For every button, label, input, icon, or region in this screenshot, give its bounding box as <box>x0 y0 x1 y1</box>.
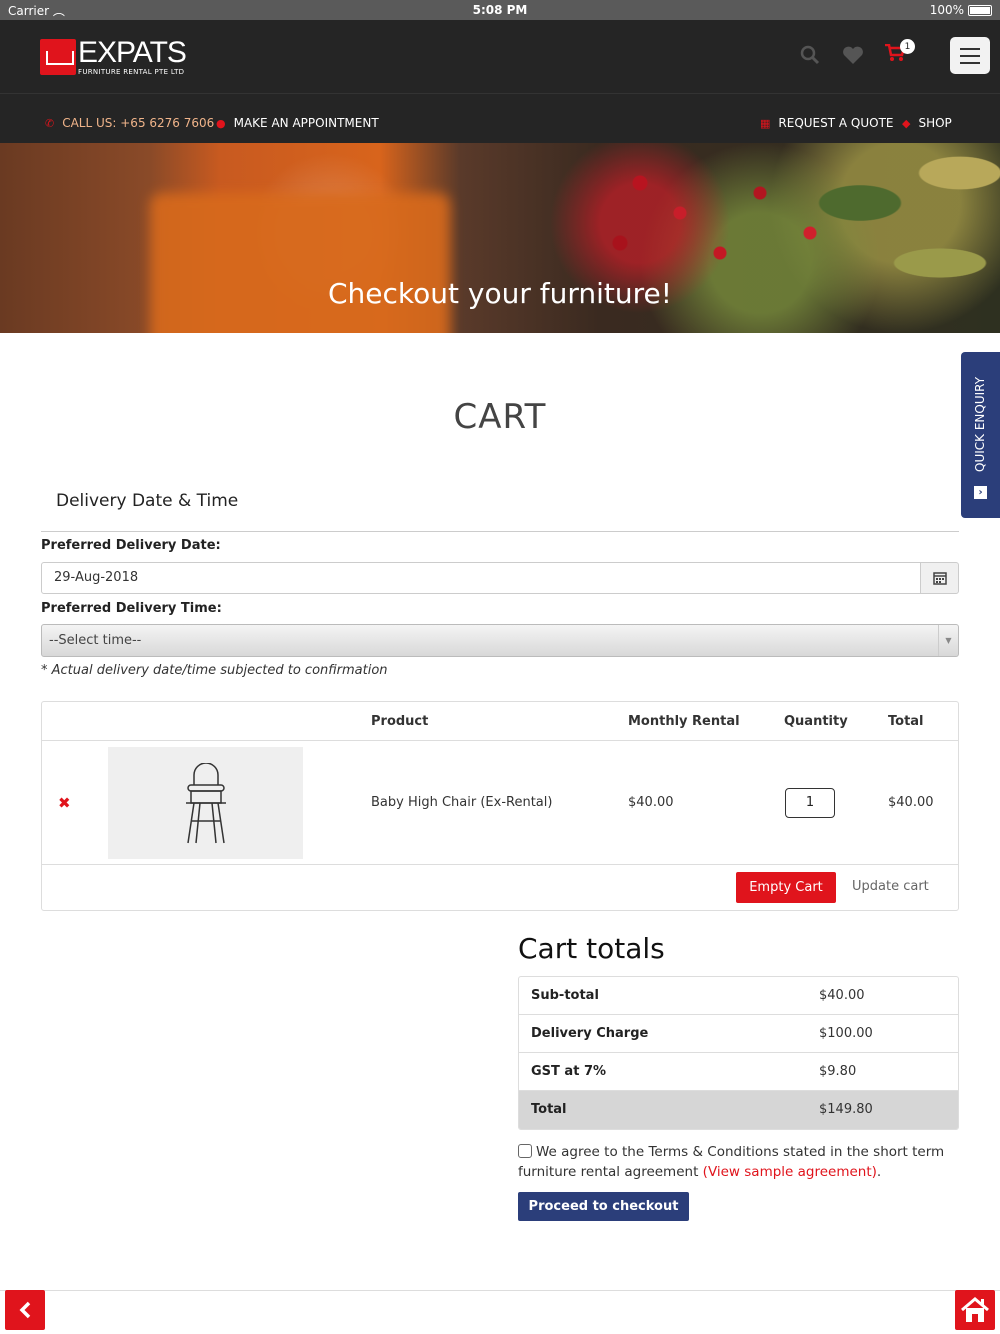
quantity-input[interactable]: 1 <box>785 788 835 818</box>
delivery-date-input[interactable]: 29-Aug-2018 <box>41 562 921 594</box>
tag-icon: ◆ <box>902 116 911 130</box>
calculator-icon: ▦ <box>760 116 771 130</box>
update-cart-button[interactable]: Update cart <box>852 879 929 894</box>
make-appointment-link[interactable]: ● MAKE AN APPOINTMENT <box>216 116 379 130</box>
column-header-total: Total <box>888 714 924 729</box>
divider <box>42 864 958 865</box>
shop-link[interactable]: ◆ SHOP <box>902 116 952 130</box>
hero-chair-shape <box>150 193 450 333</box>
back-button[interactable] <box>5 1290 45 1330</box>
clock: 5:08 PM <box>472 3 528 17</box>
calendar-icon <box>932 572 947 585</box>
totals-row: GST at 7% $9.80 <box>519 1053 958 1091</box>
proceed-to-checkout-button[interactable]: Proceed to checkout <box>518 1192 689 1221</box>
terms-agreement: We agree to the Terms & Conditions state… <box>518 1144 945 1180</box>
totals-row-grand: Total $149.80 <box>519 1091 958 1129</box>
chevron-down-icon: ▼ <box>938 625 958 656</box>
column-header-quantity: Quantity <box>784 714 848 729</box>
menu-bar-icon <box>960 54 980 57</box>
calendar-button[interactable] <box>920 562 959 594</box>
heart-icon[interactable] <box>842 45 864 65</box>
totals-row: Delivery Charge $100.00 <box>519 1015 958 1053</box>
delivery-time-select[interactable]: --Select time-- ▼ <box>41 624 959 657</box>
hamburger-menu-button[interactable] <box>950 37 990 74</box>
sofa-logo-icon <box>40 39 76 75</box>
menu-bar-icon <box>960 61 980 64</box>
home-icon <box>961 1297 989 1322</box>
cart-table: Product Monthly Rental Quantity Total ✖ … <box>41 701 959 911</box>
page-title: CART <box>453 397 547 437</box>
hero-banner: Checkout your furniture! <box>0 143 1000 333</box>
remove-item-icon[interactable]: ✖ <box>58 794 71 812</box>
logo-subtitle: FURNITURE RENTAL PTE LTD <box>78 68 185 76</box>
site-logo[interactable]: EXPATS FURNITURE RENTAL PTE LTD <box>40 36 187 76</box>
call-us-link[interactable]: ✆ CALL US: +65 6276 7606 <box>45 116 214 130</box>
product-thumbnail[interactable] <box>108 747 303 859</box>
product-name-link[interactable]: Baby High Chair (Ex-Rental) <box>371 795 552 810</box>
sub-navigation: ✆ CALL US: +65 6276 7606 ● MAKE AN APPOI… <box>0 93 1000 143</box>
view-agreement-link[interactable]: (View sample agreement) <box>703 1164 877 1180</box>
hero-title: Checkout your furniture! <box>328 277 672 310</box>
ios-status-bar: Carrier ︵ 5:08 PM 100% <box>0 0 1000 20</box>
monthly-rental-value: $40.00 <box>628 795 674 810</box>
delivery-time-label: Preferred Delivery Time: <box>41 601 222 616</box>
arrow-right-icon: › <box>974 486 987 499</box>
chat-icon: ● <box>216 116 226 130</box>
phone-icon: ✆ <box>45 116 55 130</box>
delivery-date-label: Preferred Delivery Date: <box>41 538 221 553</box>
line-total-value: $40.00 <box>888 795 934 810</box>
chevron-left-icon <box>19 1301 31 1319</box>
site-header: EXPATS FURNITURE RENTAL PTE LTD 1 <box>0 20 1000 93</box>
terms-checkbox[interactable] <box>518 1144 532 1158</box>
request-quote-link[interactable]: ▦ REQUEST A QUOTE <box>760 116 894 130</box>
divider <box>0 1290 1000 1291</box>
divider <box>41 531 959 532</box>
menu-bar-icon <box>960 47 980 50</box>
cart-count-badge: 1 <box>900 39 915 54</box>
home-button[interactable] <box>955 1290 995 1330</box>
cart-totals-title: Cart totals <box>518 932 665 965</box>
cart-totals-table: Sub-total $40.00 Delivery Charge $100.00… <box>518 976 959 1130</box>
delivery-section-title: Delivery Date & Time <box>56 491 239 511</box>
delivery-note: * Actual delivery date/time subjected to… <box>41 663 388 678</box>
empty-cart-button[interactable]: Empty Cart <box>736 872 836 903</box>
column-header-product: Product <box>371 714 429 729</box>
logo-brand: EXPATS <box>78 36 187 69</box>
totals-row: Sub-total $40.00 <box>519 977 958 1015</box>
search-icon[interactable] <box>800 45 820 65</box>
high-chair-icon <box>186 763 226 844</box>
column-header-rental: Monthly Rental <box>628 714 740 729</box>
divider <box>42 740 958 741</box>
